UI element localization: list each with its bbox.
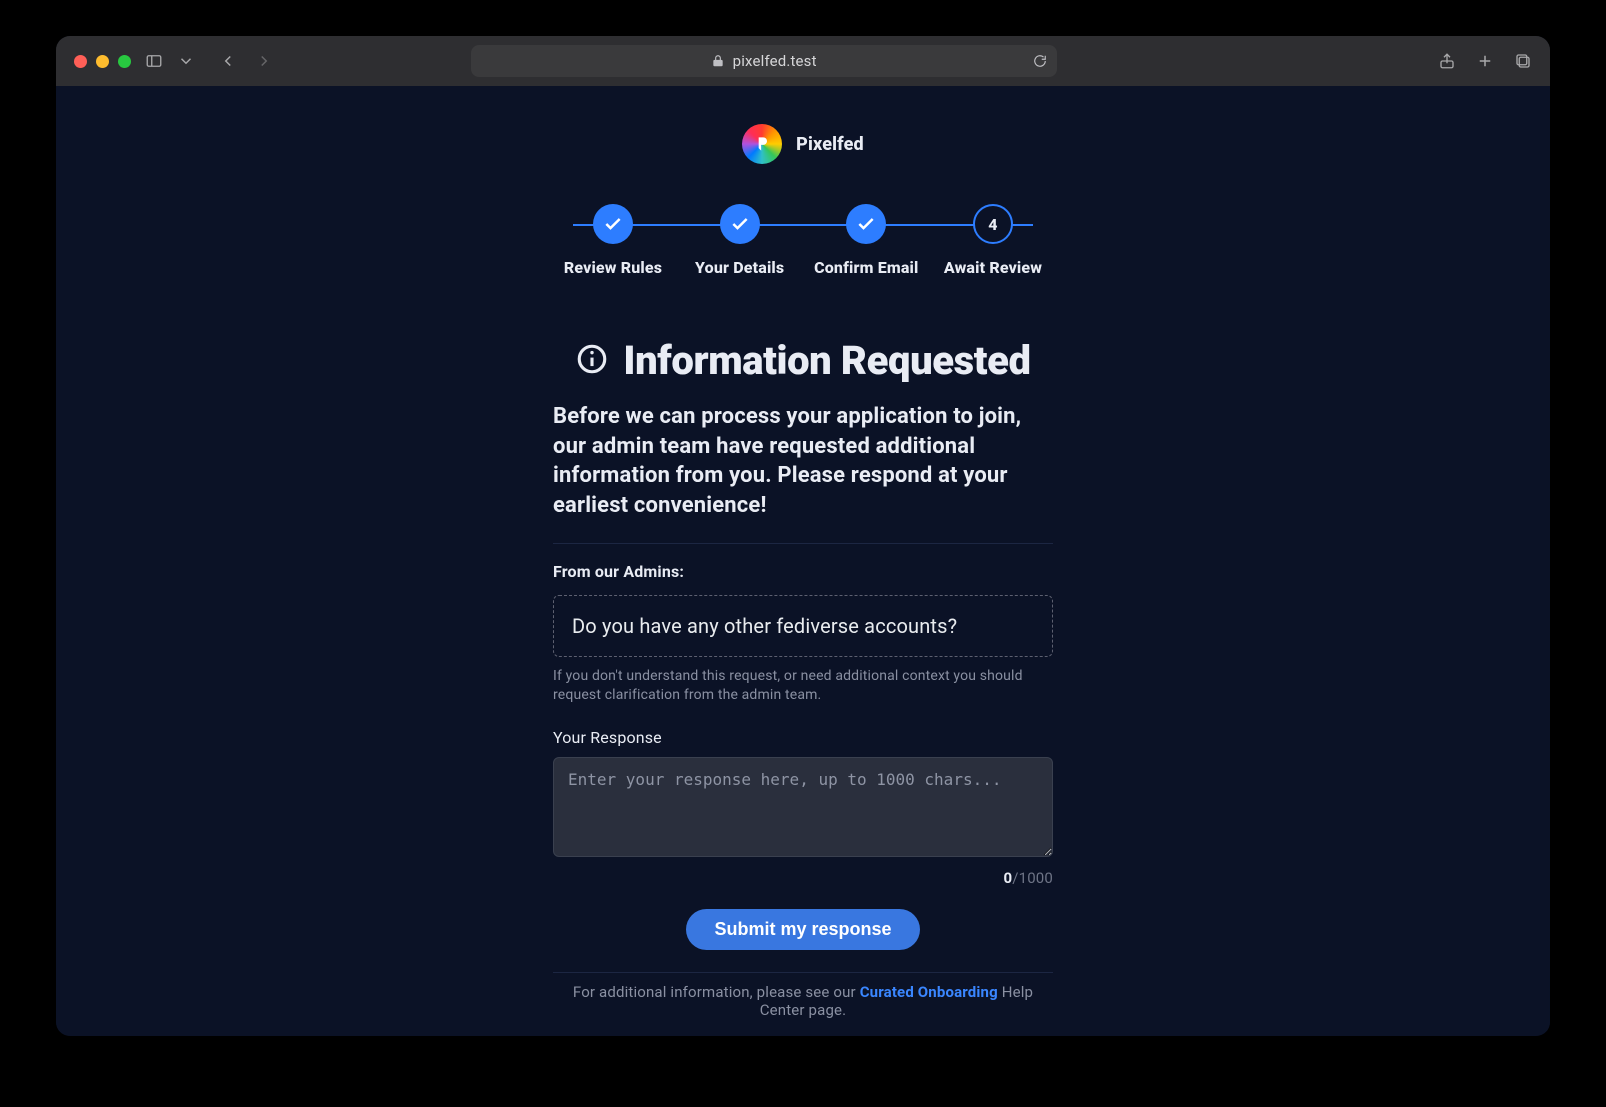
stepper: Review Rules Your Details Confirm Email xyxy=(553,204,1053,277)
response-input[interactable] xyxy=(553,757,1053,857)
lead-text: Before we can process your application t… xyxy=(553,402,1053,521)
url-text: pixelfed.test xyxy=(733,52,817,70)
divider xyxy=(553,543,1053,544)
info-icon xyxy=(575,342,609,380)
sidebar-toggle-icon[interactable] xyxy=(145,52,163,70)
char-count-current: 0 xyxy=(1003,869,1012,887)
close-window-button[interactable] xyxy=(74,55,87,68)
pixelfed-logo xyxy=(742,124,782,164)
chevron-down-icon[interactable] xyxy=(177,52,195,70)
char-counter: 0/1000 xyxy=(553,869,1053,887)
page-viewport: Pixelfed Review Rules Your D xyxy=(56,86,1550,1036)
browser-window: pixelfed.test Pixelfed xyxy=(56,36,1550,1036)
nav-group xyxy=(219,52,273,70)
step-your-details: Your Details xyxy=(680,204,800,277)
admin-help-text: If you don't understand this request, or… xyxy=(553,667,1053,706)
response-label: Your Response xyxy=(553,728,1053,747)
back-button[interactable] xyxy=(219,52,237,70)
window-controls xyxy=(74,55,131,68)
minimize-window-button[interactable] xyxy=(96,55,109,68)
step-review-rules: Review Rules xyxy=(553,204,673,277)
browser-titlebar: pixelfed.test xyxy=(56,36,1550,86)
main-content: Information Requested Before we can proc… xyxy=(553,337,1053,1019)
heading-row: Information Requested xyxy=(553,337,1053,384)
submit-button[interactable]: Submit my response xyxy=(686,909,919,950)
share-icon[interactable] xyxy=(1438,52,1456,70)
step-number: 4 xyxy=(973,204,1013,244)
step-label: Review Rules xyxy=(564,258,662,277)
step-label: Confirm Email xyxy=(814,258,918,277)
reload-button[interactable] xyxy=(1033,54,1047,68)
address-bar[interactable]: pixelfed.test xyxy=(471,45,1057,77)
step-label: Await Review xyxy=(944,258,1042,277)
tabs-overview-icon[interactable] xyxy=(1514,52,1532,70)
admin-message-box: Do you have any other fediverse accounts… xyxy=(553,595,1053,657)
admin-label: From our Admins: xyxy=(553,562,1053,581)
footer-prefix: For additional information, please see o… xyxy=(573,983,860,1001)
maximize-window-button[interactable] xyxy=(118,55,131,68)
brand-name: Pixelfed xyxy=(796,134,864,155)
lock-icon xyxy=(711,54,725,68)
brand-row: Pixelfed xyxy=(313,124,1293,164)
footer-line: For additional information, please see o… xyxy=(553,983,1053,1019)
char-count-max: 1000 xyxy=(1019,869,1053,887)
step-confirm-email: Confirm Email xyxy=(806,204,926,277)
forward-button[interactable] xyxy=(255,52,273,70)
page-content: Pixelfed Review Rules Your D xyxy=(313,86,1293,1036)
step-await-review: 4 Await Review xyxy=(933,204,1053,277)
check-icon xyxy=(720,204,760,244)
new-tab-icon[interactable] xyxy=(1476,52,1494,70)
divider xyxy=(553,972,1053,973)
page-title: Information Requested xyxy=(623,337,1030,384)
step-label: Your Details xyxy=(695,258,784,277)
check-icon xyxy=(846,204,886,244)
check-icon xyxy=(593,204,633,244)
footer-link[interactable]: Curated Onboarding xyxy=(860,983,998,1001)
toolbar-right xyxy=(1438,52,1532,70)
